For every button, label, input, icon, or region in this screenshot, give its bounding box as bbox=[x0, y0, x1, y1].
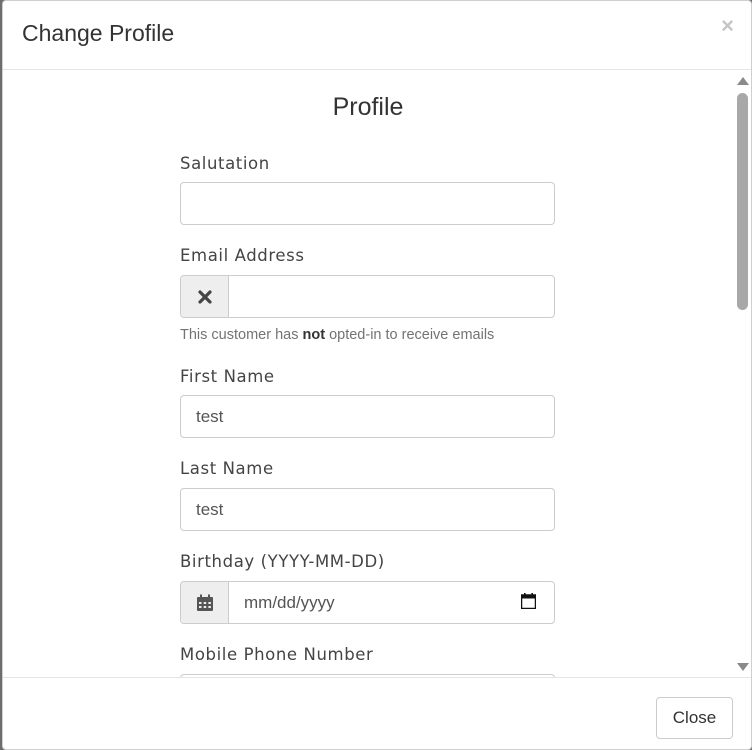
salutation-input[interactable] bbox=[180, 182, 555, 225]
first-name-label: First Name bbox=[180, 367, 275, 386]
birthday-input-group: mm/dd/yyyy bbox=[180, 581, 555, 624]
help-prefix: This customer has bbox=[180, 327, 303, 343]
scroll-up-arrow-icon[interactable] bbox=[737, 77, 749, 85]
help-suffix: opted-in to receive emails bbox=[325, 327, 495, 343]
modal-footer: Close bbox=[3, 677, 751, 750]
last-name-label: Last Name bbox=[180, 459, 274, 478]
email-input[interactable] bbox=[229, 276, 554, 317]
date-picker-icon[interactable] bbox=[521, 593, 536, 609]
modal-header: Change Profile × bbox=[3, 1, 751, 70]
modal-title: Change Profile bbox=[22, 20, 175, 46]
scroll-thumb[interactable] bbox=[737, 93, 748, 310]
birthday-addon bbox=[181, 582, 229, 623]
email-optin-help: This customer has not opted-in to receiv… bbox=[180, 327, 494, 343]
email-addon bbox=[181, 276, 229, 317]
birthday-input[interactable]: mm/dd/yyyy bbox=[229, 582, 554, 623]
first-name-input[interactable]: test bbox=[180, 395, 555, 438]
mobile-label: Mobile Phone Number bbox=[180, 645, 374, 664]
birthday-label: Birthday (YYYY-MM-DD) bbox=[180, 552, 385, 571]
times-icon bbox=[197, 289, 212, 304]
email-label: Email Address bbox=[180, 246, 305, 265]
section-title: Profile bbox=[332, 93, 404, 121]
email-input-group bbox=[180, 275, 555, 318]
help-bold: not bbox=[302, 327, 326, 343]
last-name-input[interactable]: test bbox=[180, 488, 555, 531]
close-icon[interactable]: × bbox=[721, 15, 734, 37]
scrollbar[interactable] bbox=[734, 71, 751, 677]
scroll-down-arrow-icon[interactable] bbox=[737, 663, 749, 671]
salutation-label: Salutation bbox=[180, 154, 270, 173]
close-button[interactable]: Close bbox=[656, 697, 733, 739]
calendar-icon bbox=[196, 594, 213, 611]
change-profile-modal: Change Profile × Profile Salutation Emai… bbox=[2, 0, 752, 750]
modal-body[interactable]: Profile Salutation Email Address This cu… bbox=[3, 71, 751, 677]
